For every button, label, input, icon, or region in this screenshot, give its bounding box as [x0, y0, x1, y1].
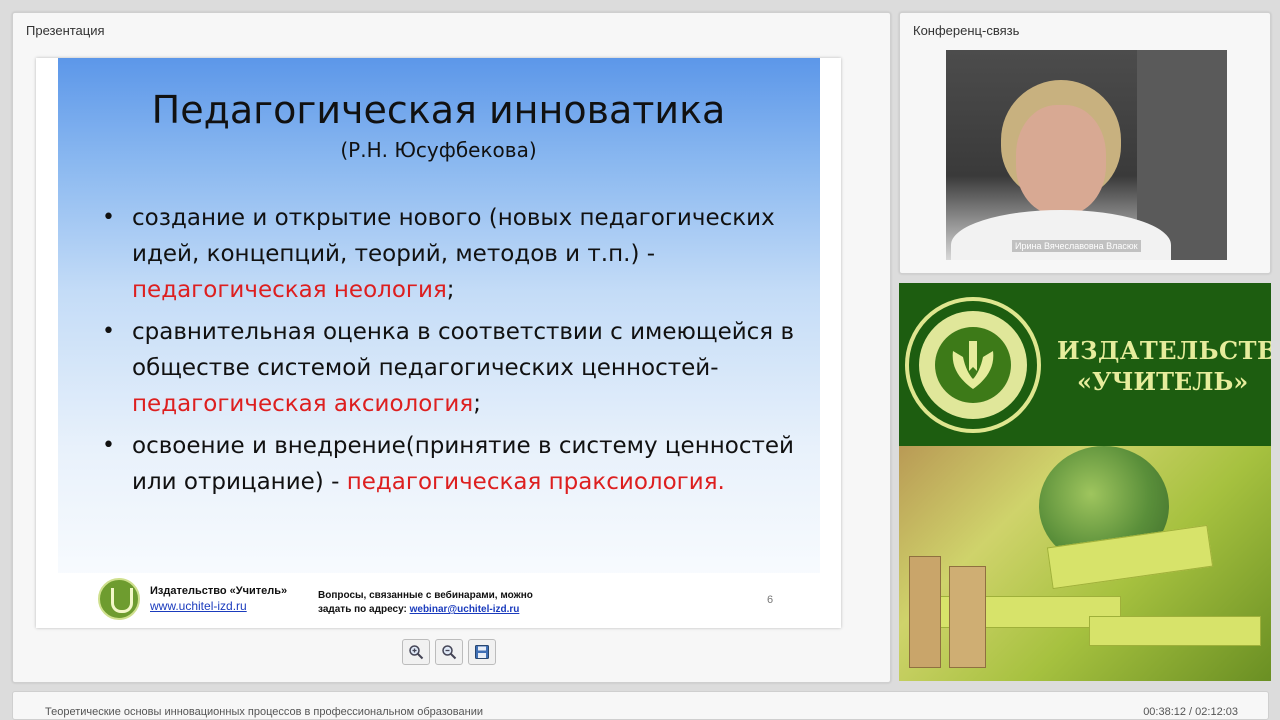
questions-line2-prefix: задать по адресу:: [318, 604, 410, 615]
save-icon: [475, 645, 489, 659]
publisher-name: Издательство «Учитель»: [150, 585, 288, 597]
bullet-dot-icon: •: [102, 319, 115, 344]
emblem-core: [935, 327, 1011, 403]
presentation-panel-title: Презентация: [26, 23, 105, 38]
emblem-ring: [919, 311, 1027, 419]
book-shape: [1089, 616, 1261, 646]
bullet-dot-icon: •: [102, 205, 115, 230]
zoom-in-button[interactable]: [402, 639, 430, 665]
bullet-dot-icon: •: [102, 433, 115, 458]
slide: Педагогическая инноватика (Р.Н. Юсуфбеко…: [36, 58, 841, 628]
banner-title-line2: «УЧИТЕЛЬ»: [1077, 367, 1249, 396]
slide-bullet: • создание и открытие нового (новых педа…: [102, 200, 802, 308]
course-title: Теоретические основы инновационных проце…: [45, 706, 483, 718]
bottom-status-bar: Теоретические основы инновационных проце…: [12, 691, 1269, 720]
presentation-panel: Презентация Педагогическая инноватика (Р…: [12, 12, 891, 683]
book-shape: [909, 556, 941, 668]
questions-line1: Вопросы, связанные с вебинарами, можно: [318, 590, 533, 601]
banner-top: ИЗДАТЕЛЬСТВО «УЧИТЕЛЬ»: [899, 283, 1271, 446]
questions-line2: задать по адресу: webinar@uchitel-izd.ru: [318, 603, 533, 617]
speaker-name-label: Ирина Вячеславовна Власюк: [1012, 240, 1141, 252]
zoom-out-icon: [442, 645, 457, 660]
slide-footer: Издательство «Учитель» www.uchitel-izd.r…: [36, 573, 841, 628]
publisher-url-link[interactable]: www.uchitel-izd.ru: [150, 599, 247, 613]
slide-bullet: • освоение и внедрение(принятие в систем…: [102, 428, 802, 500]
save-button[interactable]: [468, 639, 496, 665]
questions-text: Вопросы, связанные с вебинарами, можно з…: [318, 589, 533, 617]
bullet-tail: ;: [446, 277, 455, 303]
bullet-highlight: педагогическая неология: [132, 277, 447, 303]
speaker-video[interactable]: Ирина Вячеславовна Власюк: [946, 50, 1227, 260]
banner-books-image: [899, 446, 1271, 681]
publisher-logo-icon: [98, 578, 140, 620]
slide-bullet: • сравнительная оценка в соответствии с …: [102, 314, 802, 422]
publisher-banner: ИЗДАТЕЛЬСТВО «УЧИТЕЛЬ»: [899, 283, 1271, 681]
bullet-highlight: педагогическая аксиология: [132, 391, 474, 417]
banner-title-line1: ИЗДАТЕЛЬСТВО: [1057, 336, 1271, 365]
speaker-face: [1016, 105, 1106, 215]
slide-subtitle: (Р.Н. Юсуфбекова): [340, 138, 537, 162]
slide-title: Педагогическая инноватика: [151, 88, 726, 132]
bullet-text: сравнительная оценка в соответствии с им…: [132, 319, 795, 381]
conference-panel-title: Конференц-связь: [913, 23, 1020, 38]
bullet-tail: ;: [473, 391, 481, 417]
playback-timer: 00:38:12 / 02:12:03: [1143, 706, 1238, 718]
zoom-in-icon: [409, 645, 424, 660]
conference-panel: Конференц-связь Ирина Вячеславовна Власю…: [899, 12, 1271, 274]
bullet-highlight: педагогическая праксиология.: [346, 469, 725, 495]
slide-bullet-list: • создание и открытие нового (новых педа…: [102, 200, 802, 506]
questions-email-link[interactable]: webinar@uchitel-izd.ru: [410, 604, 520, 615]
bullet-text: создание и открытие нового (новых педаго…: [132, 205, 775, 267]
emblem-book-icon: [952, 341, 994, 389]
zoom-out-button[interactable]: [435, 639, 463, 665]
book-shape: [949, 566, 986, 668]
slide-toolbar: [402, 639, 496, 665]
slide-page-number: 6: [767, 594, 774, 606]
publisher-emblem-icon: [905, 297, 1041, 433]
